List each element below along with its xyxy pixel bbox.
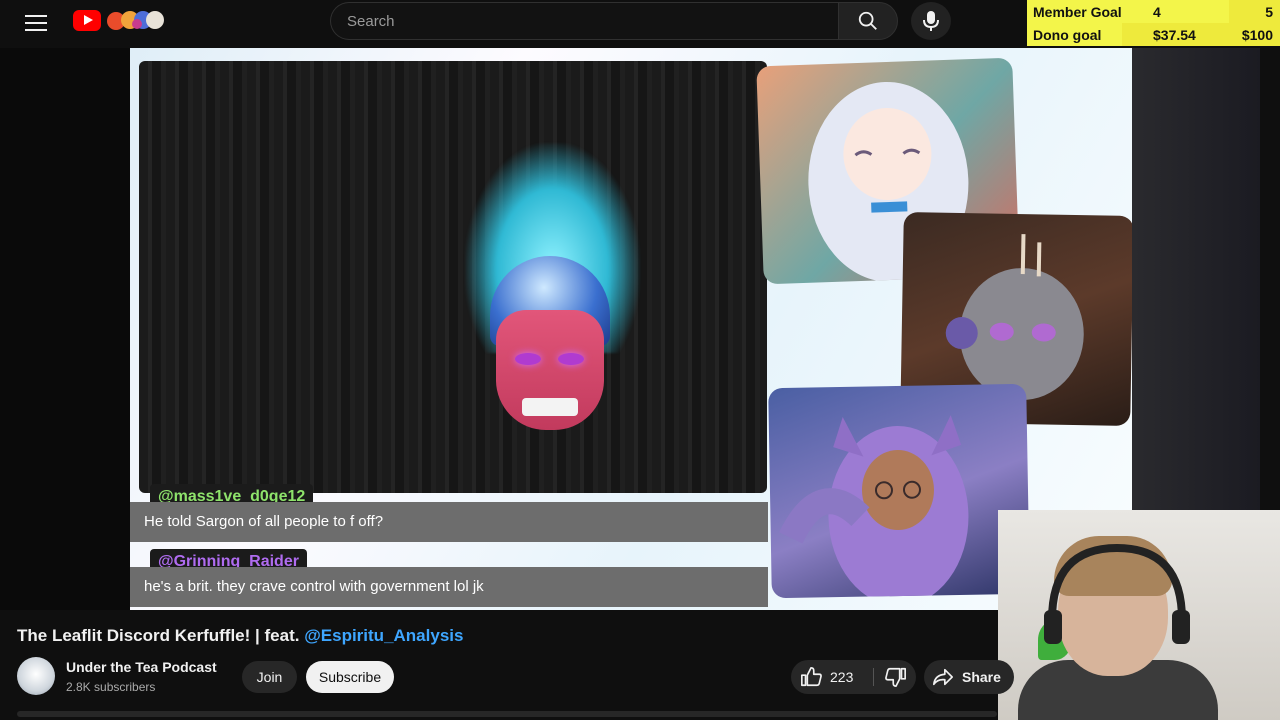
- like-divider: [873, 668, 874, 686]
- like-count: 223: [830, 669, 854, 685]
- headphones-icon: [1044, 543, 1190, 644]
- stream-scene-panel: [139, 61, 767, 493]
- vtuber-avatar-purple: [768, 383, 1030, 599]
- channel-subscriber-count: 2.8K subscribers: [66, 680, 156, 694]
- search-button[interactable]: [838, 2, 898, 40]
- dono-goal-label: Dono goal: [1033, 27, 1102, 43]
- video-title-text: The Leaflit Discord Kerfuffle! | feat.: [17, 626, 300, 645]
- member-goal-label: Member Goal: [1033, 4, 1122, 20]
- dono-goal-target: $100: [1241, 27, 1273, 43]
- channel-avatar[interactable]: [17, 657, 55, 695]
- search-input[interactable]: [331, 3, 838, 39]
- dono-goal-current: $37.54: [1153, 27, 1196, 43]
- mic-icon: [923, 11, 939, 31]
- youtube-doodle-logo[interactable]: [104, 8, 166, 34]
- menu-icon[interactable]: [22, 10, 50, 34]
- title-mention-link[interactable]: @Espiritu_Analysis: [304, 626, 463, 645]
- like-dislike-group: 223: [791, 660, 916, 694]
- thumbs-up-icon: [801, 667, 822, 687]
- share-icon: [933, 668, 953, 686]
- share-button[interactable]: Share: [924, 660, 1014, 694]
- youtube-logo[interactable]: [73, 10, 101, 31]
- webcam-overlay: [998, 510, 1280, 720]
- like-button[interactable]: 223: [791, 660, 869, 694]
- skull-eye-right: [558, 353, 584, 365]
- video-right-margin: [1132, 48, 1260, 510]
- channel-name[interactable]: Under the Tea Podcast: [66, 659, 217, 675]
- search-icon: [858, 11, 877, 30]
- chat-message-2: he's a brit. they crave control with gov…: [130, 567, 768, 607]
- dono-goal-row: Dono goal $37.54 $100: [1027, 23, 1280, 46]
- skull-eye-left: [515, 353, 541, 365]
- goal-overlay: Member Goal 4 5 Dono goal $37.54 $100: [1027, 0, 1280, 46]
- dislike-button[interactable]: [877, 660, 915, 694]
- video-title: The Leaflit Discord Kerfuffle! | feat. @…: [17, 626, 463, 646]
- voice-search-button[interactable]: [911, 2, 951, 40]
- skull-teeth: [522, 398, 578, 416]
- video-left-margin: [0, 48, 130, 610]
- subscribe-button[interactable]: Subscribe: [306, 661, 394, 693]
- chat-message-1: He told Sargon of all people to f off?: [130, 502, 768, 542]
- description-box-edge: [17, 711, 997, 717]
- member-goal-row: Member Goal 4 5: [1027, 0, 1280, 23]
- video-player[interactable]: @mass1ve_d0ge12 He told Sargon of all pe…: [130, 48, 1132, 610]
- join-button[interactable]: Join: [242, 661, 297, 693]
- share-label: Share: [962, 669, 1001, 685]
- search-field[interactable]: [330, 2, 838, 40]
- member-goal-target: 5: [1265, 4, 1273, 20]
- member-goal-current: 4: [1153, 4, 1161, 20]
- thumbs-down-icon: [885, 667, 906, 687]
